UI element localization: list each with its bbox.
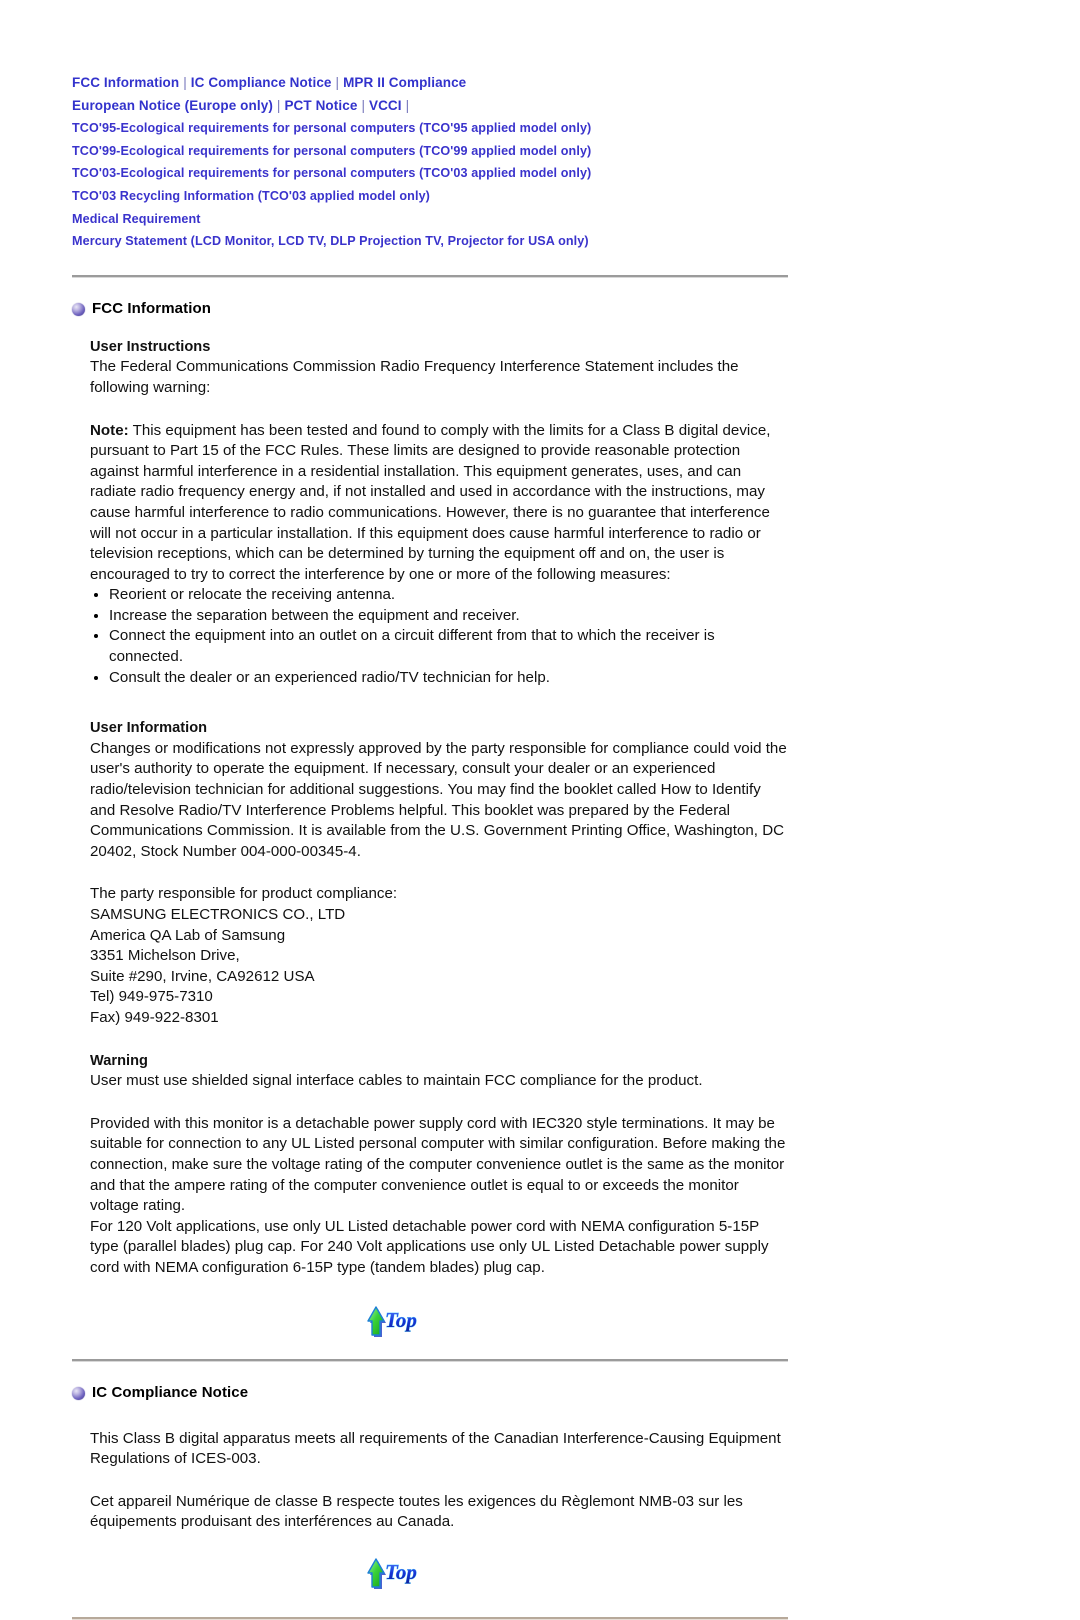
back-to-top-button[interactable]: Top: [362, 1299, 426, 1339]
paragraph-power-cord: Provided with this monitor is a detachab…: [90, 1114, 786, 1215]
responsible-party-line-5: Tel) 949-975-7310: [90, 988, 213, 1006]
paragraph-ic-english: This Class B digital apparatus meets all…: [90, 1429, 781, 1468]
nav-separator: |: [276, 97, 281, 113]
nav-row-mercury-statement: Mercury Statement (LCD Monitor, LCD TV, …: [72, 230, 1080, 253]
nav-separator: |: [405, 97, 410, 113]
list-bullet-icon: [94, 613, 98, 618]
nav-row-tco03: TCO'03-Ecological requirements for perso…: [72, 162, 1080, 185]
nav-row-1: FCC Information | IC Compliance Notice | MPR…: [72, 72, 1080, 95]
list-item-label: Increase the separation between the equi…: [109, 606, 520, 624]
orb-bullet-icon: [72, 1386, 85, 1400]
paragraph-warning: User must use shielded signal interface …: [90, 1072, 703, 1090]
top-button-row-1: Top: [0, 1299, 788, 1339]
paragraph-user-instructions: The Federal Communications Commission Ra…: [90, 358, 739, 396]
nav-link-mpr-ii-compliance[interactable]: MPR II Compliance: [343, 75, 466, 90]
responsible-party-line-0: The party responsible for product compli…: [90, 885, 398, 903]
list-bullet-icon: [94, 593, 98, 598]
subheading-user-information: User Information: [90, 720, 208, 737]
list-bullet-icon: [94, 634, 98, 639]
section-heading-fcc-information: FCC Information: [72, 300, 1080, 317]
note-label: Note:: [90, 421, 129, 439]
section-heading-ic-compliance-notice: IC Compliance Notice: [72, 1384, 1080, 1401]
nav-separator: |: [361, 97, 365, 113]
document-page: FCC Information | IC Compliance Notice | MPR…: [0, 0, 1080, 1620]
responsible-party-line-6: Fax) 949-922-8301: [90, 1008, 219, 1026]
nav-link-ic-compliance-notice[interactable]: IC Compliance Notice: [191, 75, 332, 90]
nav-row-medical-requirement: Medical Requirement: [72, 208, 1080, 231]
list-item-label: Reorient or relocate the receiving anten…: [109, 586, 396, 604]
orb-bullet-icon: [72, 302, 85, 316]
fcc-body: User Instructions The Federal Communicat…: [90, 337, 790, 1279]
list-item: Reorient or relocate the receiving anten…: [90, 585, 790, 606]
nav-link-pct-notice[interactable]: PCT Notice: [284, 98, 357, 113]
top-arrow-icon: Top: [367, 1305, 417, 1337]
responsible-party-line-3: 3351 Michelson Drive,: [90, 947, 240, 965]
nav-row-tco03-recycling: TCO'03 Recycling Information (TCO'03 app…: [72, 185, 1080, 208]
nav-separator: |: [183, 75, 187, 90]
section-heading-label: IC Compliance Notice: [92, 1383, 249, 1401]
paragraph-power-cord-2: For 120 Volt applications, use only UL L…: [90, 1217, 769, 1276]
responsible-party-line-1: SAMSUNG ELECTRONICS CO., LTD: [90, 906, 346, 923]
section-divider-bottom: [72, 1616, 788, 1620]
top-arrow-icon: Top: [367, 1558, 417, 1589]
subheading-user-instructions: User Instructions: [90, 338, 211, 355]
subheading-warning: Warning: [90, 1052, 148, 1069]
nav-link-tco95[interactable]: TCO'95-Ecological requirements for perso…: [72, 121, 591, 135]
paragraph-user-information: Changes or modifications not expressly a…: [90, 739, 787, 860]
ic-body: This Class B digital apparatus meets all…: [90, 1429, 790, 1533]
list-item: Connect the equipment into an outlet on …: [90, 626, 790, 667]
regulatory-link-nav: FCC Information | IC Compliance Notice | MPR…: [0, 0, 1080, 253]
top-button-row-2: Top: [0, 1551, 788, 1591]
nav-link-tco03[interactable]: TCO'03-Ecological requirements for perso…: [72, 166, 591, 180]
fcc-measures-list: Reorient or relocate the receiving anten…: [90, 585, 790, 688]
nav-link-tco03-recycling[interactable]: TCO'03 Recycling Information (TCO'03 app…: [72, 189, 430, 203]
nav-link-european-notice[interactable]: European Notice (Europe only): [72, 98, 273, 113]
nav-link-tco99[interactable]: TCO'99-Ecological requirements for perso…: [72, 144, 591, 158]
note-body: This equipment has been tested and found…: [90, 421, 771, 583]
nav-separator: |: [335, 75, 340, 90]
back-to-top-button[interactable]: Top: [362, 1551, 426, 1591]
nav-link-fcc-information[interactable]: FCC Information: [72, 75, 179, 90]
section-heading-label: FCC Information: [92, 299, 211, 317]
list-item: Increase the separation between the equi…: [90, 606, 790, 627]
list-item-label: Consult the dealer or an experienced rad…: [109, 668, 550, 686]
paragraph-fcc-note: Note: This equipment has been tested and…: [90, 421, 790, 586]
top-button-label: Top: [385, 1560, 417, 1584]
paragraph-ic-french: Cet appareil Numérique de classe B respe…: [90, 1492, 743, 1531]
nav-row-2: European Notice (Europe only) | PCT Notice…: [72, 95, 1080, 118]
nav-link-vcci[interactable]: VCCI: [369, 98, 402, 113]
list-bullet-icon: [94, 675, 98, 680]
nav-row-tco99: TCO'99-Ecological requirements for perso…: [72, 140, 1080, 163]
top-button-label: Top: [385, 1308, 417, 1332]
list-item-label: Connect the equipment into an outlet on …: [109, 627, 715, 666]
responsible-party-line-2: America QA Lab of Samsung: [90, 926, 286, 944]
nav-row-tco95: TCO'95-Ecological requirements for perso…: [72, 117, 1080, 140]
responsible-party-line-4: Suite #290, Irvine, CA92612 USA: [90, 967, 315, 985]
nav-link-mercury-statement[interactable]: Mercury Statement (LCD Monitor, LCD TV, …: [72, 234, 589, 248]
nav-link-medical-requirement[interactable]: Medical Requirement: [72, 212, 201, 226]
list-item: Consult the dealer or an experienced rad…: [90, 668, 790, 689]
